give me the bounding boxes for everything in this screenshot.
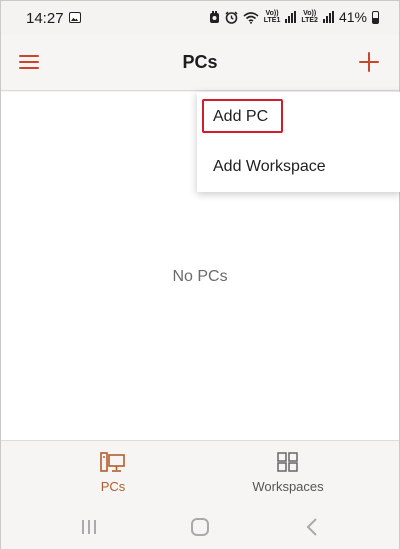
wifi-icon <box>243 11 259 24</box>
empty-state-text: No PCs <box>172 268 228 285</box>
back-icon[interactable] <box>305 518 319 536</box>
battery-percent: 41% <box>338 9 367 25</box>
system-nav-bar <box>1 508 399 549</box>
sim2-label: Vo)) LTE2 <box>301 10 318 24</box>
battery-icon <box>372 10 379 24</box>
status-time: 14:27 <box>26 10 64 27</box>
sim2-volte-text: Vo)) <box>303 10 317 17</box>
app-bar: PCs <box>1 35 399 91</box>
status-icons: Vo)) LTE1 Vo)) LTE2 41% <box>209 9 379 25</box>
signal-icon <box>322 11 334 23</box>
highlight-box <box>202 99 283 133</box>
menu-item-label: Add Workspace <box>213 158 326 175</box>
workspaces-icon <box>277 452 298 472</box>
bottom-nav: PCs Workspaces <box>1 440 399 508</box>
tab-workspaces-label: Workspaces <box>252 479 324 494</box>
alarm-icon <box>225 10 238 24</box>
settings-notification-icon <box>209 10 219 23</box>
pc-icon <box>100 452 125 472</box>
sim1-label: Vo)) LTE1 <box>264 10 281 24</box>
home-icon[interactable] <box>190 518 210 536</box>
tab-pcs-label: PCs <box>100 479 126 494</box>
signal-icon <box>285 11 297 23</box>
tab-workspaces[interactable]: Workspaces <box>208 441 368 509</box>
status-bar: 14:27 Vo)) LTE1 Vo)) LTE2 41% <box>1 1 399 35</box>
tab-pcs[interactable]: PCs <box>33 441 193 509</box>
sim2-lte-text: LTE2 <box>301 17 318 24</box>
plus-icon[interactable] <box>359 52 379 72</box>
gallery-icon <box>69 12 81 23</box>
sim1-lte-text: LTE1 <box>263 17 281 24</box>
recent-apps-icon[interactable] <box>80 518 98 536</box>
sim1-volte-text: Vo)) <box>265 10 279 17</box>
app-frame: 14:27 Vo)) LTE1 Vo)) LTE2 41% PCs No PCs… <box>0 0 400 549</box>
page-title: PCs <box>182 52 218 72</box>
